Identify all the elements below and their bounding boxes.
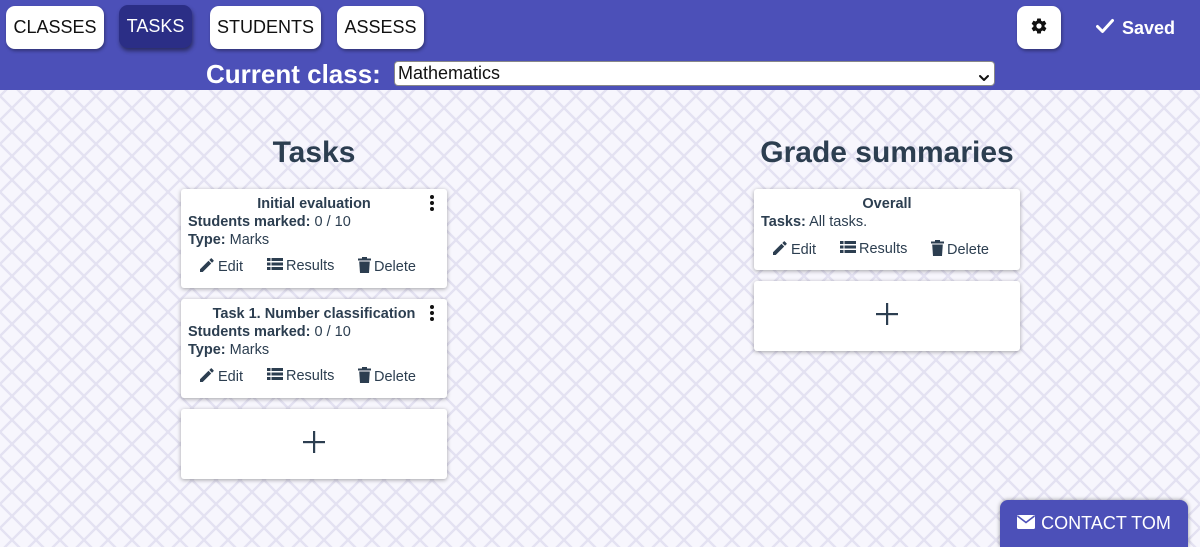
list-icon (267, 257, 283, 275)
current-class-value: Mathematics (398, 63, 501, 83)
edit-label: Edit (218, 259, 243, 275)
students-marked-label: Students marked: (188, 324, 311, 340)
delete-label: Delete (947, 242, 989, 258)
students-marked-line: Students marked: 0 / 10 (188, 324, 351, 340)
task-type-label: Type: (188, 232, 226, 248)
plus-icon (876, 302, 898, 330)
nav-students-button[interactable]: STUDENTS (210, 6, 321, 49)
contact-label: CONTACT TOM (1041, 513, 1171, 533)
nav-tasks-button[interactable]: TASKS (119, 5, 192, 48)
settings-button[interactable] (1017, 6, 1061, 49)
results-button[interactable]: Results (840, 240, 907, 258)
delete-label: Delete (374, 259, 416, 275)
chevron-down-icon (978, 68, 990, 89)
results-label: Results (286, 258, 335, 274)
top-bar: CLASSES TASKS STUDENTS ASSESS Saved Curr… (0, 0, 1200, 90)
kebab-menu-icon[interactable] (427, 195, 437, 211)
results-button[interactable]: Results (267, 367, 334, 385)
grade-summary-card: Overall Tasks: All tasks. Edit Results D… (754, 189, 1020, 270)
pencil-icon (199, 257, 215, 277)
trash-icon (358, 367, 371, 387)
pencil-icon (199, 367, 215, 387)
task-card: Task 1. Number classification Students m… (181, 299, 447, 398)
current-class-label: Current class: (206, 58, 381, 89)
list-icon (840, 240, 856, 258)
task-type-line: Type: Marks (188, 232, 269, 248)
students-marked-line: Students marked: 0 / 10 (188, 214, 351, 230)
tasks-heading: Tasks (272, 136, 356, 169)
kebab-menu-icon[interactable] (427, 305, 437, 321)
task-name: Task 1. Number classification (212, 306, 416, 322)
summary-tasks-line: Tasks: All tasks. (761, 214, 867, 230)
trash-icon (931, 240, 944, 260)
students-marked-value: 0 / 10 (314, 324, 351, 340)
task-type-line: Type: Marks (188, 342, 269, 358)
summary-tasks-label: Tasks: (761, 214, 806, 230)
delete-button[interactable]: Delete (358, 257, 416, 277)
task-card: Initial evaluation Students marked: 0 / … (181, 189, 447, 288)
current-class-select[interactable]: Mathematics (394, 61, 995, 86)
edit-label: Edit (218, 369, 243, 385)
saved-label: Saved (1122, 17, 1176, 38)
add-task-button[interactable] (181, 409, 447, 479)
nav-classes-button[interactable]: CLASSES (6, 6, 104, 49)
plus-icon (303, 430, 325, 458)
check-icon (1096, 18, 1114, 39)
summary-name: Overall (862, 196, 912, 212)
contact-button[interactable]: CONTACT TOM (1000, 500, 1188, 547)
add-grade-summary-button[interactable] (754, 281, 1020, 351)
delete-button[interactable]: Delete (931, 240, 989, 260)
grade-summaries-heading: Grade summaries (760, 136, 1014, 169)
task-type-label: Type: (188, 342, 226, 358)
delete-button[interactable]: Delete (358, 367, 416, 387)
pencil-icon (772, 240, 788, 260)
delete-label: Delete (374, 369, 416, 385)
results-label: Results (859, 241, 908, 257)
gear-icon (1030, 17, 1048, 38)
task-type-value: Marks (229, 342, 270, 358)
summary-tasks-value: All tasks. (809, 214, 868, 230)
current-class-row: Current class: (206, 59, 381, 89)
trash-icon (358, 257, 371, 277)
students-marked-label: Students marked: (188, 214, 311, 230)
edit-button[interactable]: Edit (199, 257, 243, 277)
edit-button[interactable]: Edit (772, 240, 816, 260)
results-label: Results (286, 368, 335, 384)
saved-status: Saved (1096, 16, 1175, 40)
task-name: Initial evaluation (257, 196, 371, 212)
results-button[interactable]: Results (267, 257, 334, 275)
nav-assess-button[interactable]: ASSESS (337, 6, 424, 49)
task-type-value: Marks (229, 232, 270, 248)
edit-label: Edit (791, 242, 816, 258)
list-icon (267, 367, 283, 385)
envelope-icon (1017, 513, 1036, 534)
students-marked-value: 0 / 10 (314, 214, 351, 230)
edit-button[interactable]: Edit (199, 367, 243, 387)
